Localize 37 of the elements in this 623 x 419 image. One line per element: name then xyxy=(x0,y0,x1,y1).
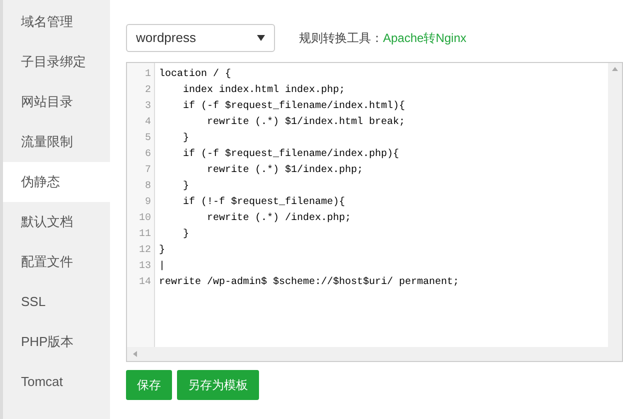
code-line: if (!-f $request_filename){ xyxy=(182,196,346,210)
horizontal-scrollbar[interactable] xyxy=(127,347,622,361)
caret-icon xyxy=(257,35,265,41)
code-line: rewrite (.*) /index.php; xyxy=(206,212,352,226)
code-editor[interactable] xyxy=(126,62,623,362)
code-line: } xyxy=(182,180,190,194)
line-number: 2 xyxy=(144,84,151,98)
line-number: 8 xyxy=(144,180,151,194)
code-line: } xyxy=(182,132,190,146)
code-line: } xyxy=(159,244,166,258)
code-line: rewrite (.*) $1/index.php; xyxy=(206,164,364,178)
template-dropdown[interactable]: wordpress xyxy=(126,24,275,52)
line-number: 13 xyxy=(138,260,151,274)
code-line: if (-f $request_filename/index.php){ xyxy=(182,148,400,162)
line-number: 12 xyxy=(138,244,151,258)
line-number: 4 xyxy=(144,116,151,130)
line-number: 10 xyxy=(138,212,151,226)
code-line: index index.html index.php; xyxy=(182,84,346,98)
code-line: location / { xyxy=(159,68,232,82)
scroll-up-icon xyxy=(612,67,618,71)
converter-label: 规则转换工具： xyxy=(299,30,383,47)
line-number: 11 xyxy=(138,228,151,242)
line-number: 3 xyxy=(144,100,151,114)
line-number: 5 xyxy=(144,132,151,146)
line-number: 14 xyxy=(138,276,151,290)
code-line: } xyxy=(182,228,190,242)
scroll-left-icon xyxy=(133,351,137,357)
sidebar-item[interactable]: 伪静态 xyxy=(3,162,110,202)
vertical-scrollbar[interactable] xyxy=(608,63,622,347)
code-line: rewrite /wp-admin$ $scheme://$host$uri/ permanent; xyxy=(159,276,460,290)
code-line: | xyxy=(159,260,166,274)
line-number: 1 xyxy=(144,68,151,82)
line-number: 9 xyxy=(144,196,151,210)
code-line: if (-f $request_filename/index.html){ xyxy=(182,100,406,114)
line-number: 7 xyxy=(144,164,151,178)
line-number: 6 xyxy=(144,148,151,162)
code-line: rewrite (.*) $1/index.html break; xyxy=(206,116,406,130)
